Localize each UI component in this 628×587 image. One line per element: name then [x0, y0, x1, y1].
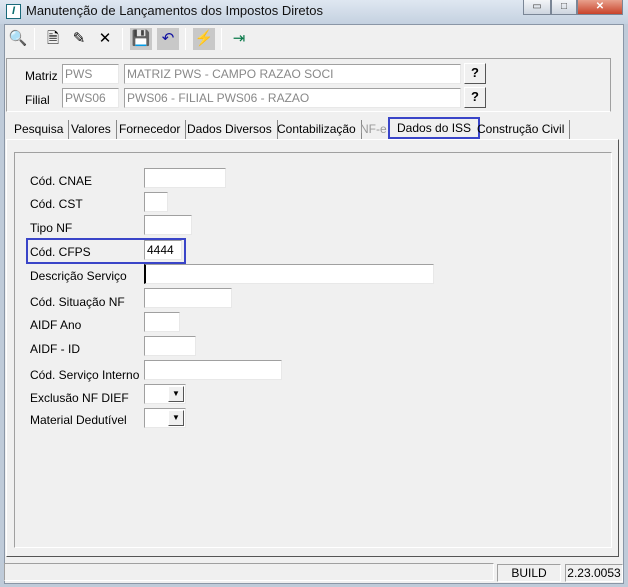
search-icon[interactable]: 🔍	[7, 28, 29, 50]
status-build-label: BUILD	[497, 564, 561, 582]
cst-field[interactable]	[144, 192, 168, 212]
aidf-ano-label: AIDF Ano	[30, 318, 82, 332]
matriz-label: Matriz	[25, 69, 58, 83]
app-icon: I	[6, 4, 21, 19]
minimize-button[interactable]: ▭	[523, 0, 551, 15]
tab-construcao-civil[interactable]: Construção Civil	[472, 120, 571, 139]
descricao-field[interactable]	[144, 264, 434, 284]
chevron-down-icon[interactable]: ▼	[168, 386, 184, 402]
tab-dados-do-iss[interactable]: Dados do ISS	[388, 117, 481, 139]
situacao-field[interactable]	[144, 288, 232, 308]
descricao-label: Descrição Serviço	[30, 269, 127, 283]
cnae-field[interactable]	[144, 168, 226, 188]
new-document-icon[interactable]: 🗎	[42, 28, 64, 50]
status-version: 2.23.0053	[565, 564, 623, 582]
tab-nf-e[interactable]: NF-e	[355, 120, 392, 139]
servico-interno-field[interactable]	[144, 360, 282, 380]
maximize-button[interactable]: □	[551, 0, 577, 15]
close-button[interactable]: ✕	[577, 0, 623, 15]
cst-label: Cód. CST	[30, 197, 83, 211]
toolbar-separator	[34, 28, 35, 50]
chevron-down-icon[interactable]: ▼	[168, 410, 184, 426]
aidf-ano-field[interactable]	[144, 312, 180, 332]
cfps-label: Cód. CFPS	[30, 245, 91, 259]
matriz-description-field[interactable]: MATRIZ PWS - CAMPO RAZAO SOCI	[124, 64, 461, 84]
filial-label: Filial	[25, 93, 50, 107]
status-message	[4, 563, 494, 581]
tab-contabilizacao[interactable]: Contabilização	[272, 120, 362, 139]
aidf-id-field[interactable]	[144, 336, 196, 356]
toolbar-separator	[221, 28, 222, 50]
servico-interno-label: Cód. Serviço Interno	[30, 368, 140, 382]
material-combo[interactable]: ▼	[144, 408, 186, 428]
situacao-label: Cód. Situação NF	[30, 295, 125, 309]
cfps-field[interactable]: 4444	[144, 240, 182, 260]
tipo-nf-field[interactable]	[144, 215, 192, 235]
filial-lookup-button[interactable]: ?	[464, 87, 486, 108]
delete-icon[interactable]: ✕	[94, 28, 116, 50]
exclusao-combo[interactable]: ▼	[144, 384, 186, 404]
toolbar-separator	[122, 28, 123, 50]
iss-group	[14, 152, 612, 548]
tipo-nf-label: Tipo NF	[30, 221, 73, 235]
edit-icon[interactable]: ✎	[68, 28, 90, 50]
title-bar: I Manutenção de Lançamentos dos Impostos…	[0, 0, 628, 24]
matriz-lookup-button[interactable]: ?	[464, 63, 486, 84]
filial-code-field[interactable]: PWS06	[62, 88, 119, 108]
matriz-code-field[interactable]: PWS	[62, 64, 119, 84]
filter-icon[interactable]: ⚡	[193, 28, 215, 50]
exclusao-label: Exclusão NF DIEF	[30, 391, 129, 405]
toolbar-separator	[185, 28, 186, 50]
undo-icon[interactable]: ↶	[157, 28, 179, 50]
aidf-id-label: AIDF - ID	[30, 342, 80, 356]
cnae-label: Cód. CNAE	[30, 174, 93, 188]
filial-description-field[interactable]: PWS06 - FILIAL PWS06 - RAZAO	[124, 88, 461, 108]
material-label: Material Dedutível	[30, 413, 127, 427]
save-icon[interactable]: 💾	[130, 28, 152, 50]
tab-valores[interactable]: Valores	[66, 120, 117, 139]
tab-dados-diversos[interactable]: Dados Diversos	[182, 120, 278, 139]
exit-icon[interactable]: ⇥	[228, 28, 250, 50]
window-title: Manutenção de Lançamentos dos Impostos D…	[26, 3, 324, 18]
tab-fornecedor[interactable]: Fornecedor	[114, 120, 187, 139]
tab-pesquisa[interactable]: Pesquisa	[9, 120, 70, 139]
